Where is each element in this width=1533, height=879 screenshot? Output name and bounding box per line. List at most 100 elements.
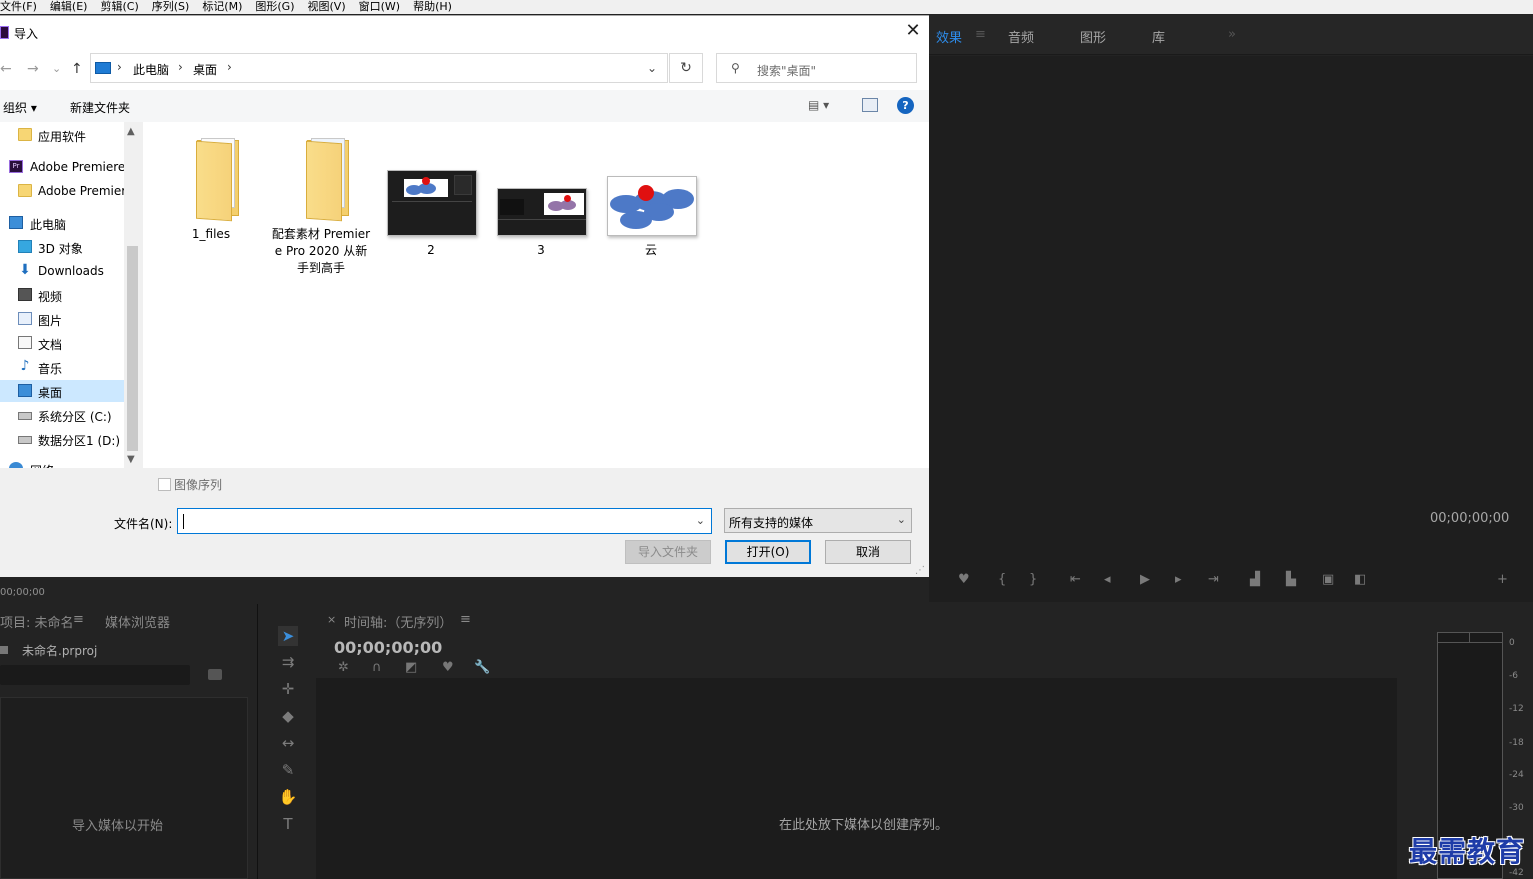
nest-icon[interactable]: ✲ [338, 660, 349, 675]
track-select-tool-icon[interactable]: ⇉ [278, 652, 298, 672]
forward-icon[interactable]: → [27, 61, 39, 77]
breadcrumb-separator[interactable]: › [227, 60, 232, 74]
tab-media-browser[interactable]: 媒体浏览器 [105, 612, 170, 631]
tab-audio[interactable]: 音频 [1008, 27, 1034, 46]
compare-icon[interactable]: ◧ [1354, 572, 1366, 587]
nav-item-premiere-pro[interactable]: PrAdobe Premiere Pro [0, 156, 124, 178]
go-to-out-icon[interactable]: ⇥ [1208, 572, 1219, 587]
mark-out-icon[interactable]: } [1029, 572, 1037, 587]
tabs-overflow-icon[interactable]: » [1228, 27, 1236, 42]
change-view-icon[interactable]: ▤ ▾ [808, 98, 829, 112]
new-bin-icon[interactable] [208, 669, 222, 680]
timeline-tab-menu[interactable]: ≡ [460, 612, 471, 627]
folder-icon [18, 128, 32, 141]
tab-effects[interactable]: 效果 [936, 27, 962, 46]
breadcrumb-this-pc[interactable]: 此电脑 [133, 61, 169, 78]
chevron-down-icon[interactable]: ⌄ [696, 514, 705, 527]
add-button-icon[interactable]: + [1497, 572, 1508, 587]
import-folder-button[interactable]: 导入文件夹 [625, 540, 711, 564]
open-button[interactable]: 打开(O) [725, 540, 811, 564]
play-icon[interactable]: ▶ [1140, 572, 1150, 587]
cancel-button[interactable]: 取消 [825, 540, 911, 564]
nav-item-3d-objects[interactable]: 3D 对象 [0, 236, 124, 258]
go-to-in-icon[interactable]: ⇤ [1070, 572, 1081, 587]
breadcrumb-separator[interactable]: › [117, 60, 122, 74]
scroll-down-icon[interactable]: ▼ [127, 454, 135, 465]
mark-in-icon[interactable]: { [998, 572, 1006, 587]
address-dropdown-icon[interactable]: ⌄ [647, 61, 657, 75]
nav-item-app-software[interactable]: 应用软件 [0, 124, 124, 146]
nav-item-network[interactable]: 网络 [0, 458, 124, 468]
timeline-close-icon[interactable]: × [327, 613, 336, 626]
new-folder-button[interactable]: 新建文件夹 [70, 99, 130, 116]
menu-window[interactable]: 窗口(W) [359, 0, 400, 14]
marker-icon[interactable]: ♥ [442, 660, 454, 675]
menu-graphics[interactable]: 图形(G) [255, 0, 294, 14]
nav-item-documents[interactable]: 文档 [0, 332, 124, 354]
menu-edit[interactable]: 编辑(E) [50, 0, 88, 14]
project-drop-area[interactable] [0, 697, 248, 879]
resize-grip-icon[interactable]: ⋰ [915, 565, 925, 576]
scroll-up-icon[interactable]: ▲ [127, 126, 135, 137]
search-icon: ⚲ [731, 61, 740, 75]
help-icon[interactable]: ? [897, 97, 914, 114]
tab-timeline[interactable]: 时间轴:（无序列） [344, 612, 452, 631]
project-tab-menu[interactable]: ≡ [73, 612, 84, 627]
razor-tool-icon[interactable]: ◆ [278, 706, 298, 726]
nav-item-drive-c[interactable]: 系统分区 (C:) [0, 404, 124, 426]
timeline-drop-area[interactable] [316, 678, 1397, 879]
search-input[interactable]: ⚲ 搜索"桌面" [716, 53, 917, 83]
menu-markers[interactable]: 标记(M) [202, 0, 242, 14]
back-icon[interactable]: ← [0, 61, 12, 77]
nav-item-videos[interactable]: 视频 [0, 284, 124, 306]
project-file-name[interactable]: 未命名.prproj [22, 642, 97, 659]
filename-input[interactable]: ⌄ [177, 508, 712, 534]
wrench-icon[interactable]: 🔧 [474, 660, 490, 675]
menu-clip[interactable]: 剪辑(C) [100, 0, 138, 14]
image-sequence-checkbox[interactable] [158, 478, 171, 491]
selection-tool-icon[interactable]: ➤ [278, 626, 298, 646]
hand-tool-icon[interactable]: ✋ [278, 787, 298, 807]
add-marker-icon[interactable]: ♥ [958, 572, 970, 587]
nav-item-this-pc[interactable]: 此电脑 [0, 212, 124, 234]
address-bar[interactable]: › 此电脑 › 桌面 › ⌄ [90, 53, 668, 83]
video-icon [18, 288, 32, 301]
refresh-icon[interactable]: ↻ [669, 53, 703, 83]
nav-scrollbar-thumb[interactable] [127, 246, 138, 451]
menu-file[interactable]: 文件(F) [0, 0, 37, 14]
slip-tool-icon[interactable]: ↔ [278, 733, 298, 753]
nav-item-music[interactable]: ♪ 音乐 [0, 356, 124, 378]
tab-project[interactable]: 项目: 未命名 [0, 612, 74, 631]
ripple-edit-tool-icon[interactable]: ✛ [278, 679, 298, 699]
snap-icon[interactable]: ∩ [372, 660, 382, 675]
breadcrumb-desktop[interactable]: 桌面 [193, 61, 217, 78]
extract-icon[interactable]: ▙ [1286, 572, 1296, 587]
menu-help[interactable]: 帮助(H) [413, 0, 452, 14]
timeline-timecode[interactable]: 00;00;00;00 [334, 638, 442, 657]
effects-tab-menu[interactable]: ≡ [975, 27, 986, 42]
type-tool-icon[interactable]: T [278, 814, 298, 834]
nav-item-premiere-folder[interactable]: Adobe Premiere Pro [0, 180, 124, 202]
menu-view[interactable]: 视图(V) [308, 0, 346, 14]
linked-selection-icon[interactable]: ◩ [405, 660, 417, 675]
nav-item-desktop[interactable]: 桌面 [0, 380, 124, 402]
organize-button[interactable]: 组织 ▾ [3, 99, 37, 116]
preview-pane-icon[interactable] [862, 98, 878, 112]
project-search-input[interactable] [0, 665, 190, 685]
menu-sequence[interactable]: 序列(S) [152, 0, 190, 14]
tab-libraries[interactable]: 库 [1152, 27, 1165, 46]
recent-locations-icon[interactable]: ⌄ [52, 62, 61, 75]
step-forward-icon[interactable]: ▸ [1175, 572, 1182, 587]
nav-item-drive-d[interactable]: 数据分区1 (D:) [0, 428, 124, 450]
close-icon[interactable]: ✕ [903, 21, 923, 41]
nav-item-downloads[interactable]: ⬇ Downloads [0, 260, 124, 282]
lift-icon[interactable]: ▟ [1250, 572, 1260, 587]
pen-tool-icon[interactable]: ✎ [278, 760, 298, 780]
nav-item-pictures[interactable]: 图片 [0, 308, 124, 330]
up-icon[interactable]: ↑ [71, 61, 83, 77]
filetype-select[interactable]: 所有支持的媒体 ⌄ [724, 508, 912, 533]
breadcrumb-separator[interactable]: › [178, 60, 183, 74]
tab-graphics[interactable]: 图形 [1080, 27, 1106, 46]
step-back-icon[interactable]: ◂ [1104, 572, 1111, 587]
camera-icon[interactable]: ▣ [1322, 572, 1334, 587]
